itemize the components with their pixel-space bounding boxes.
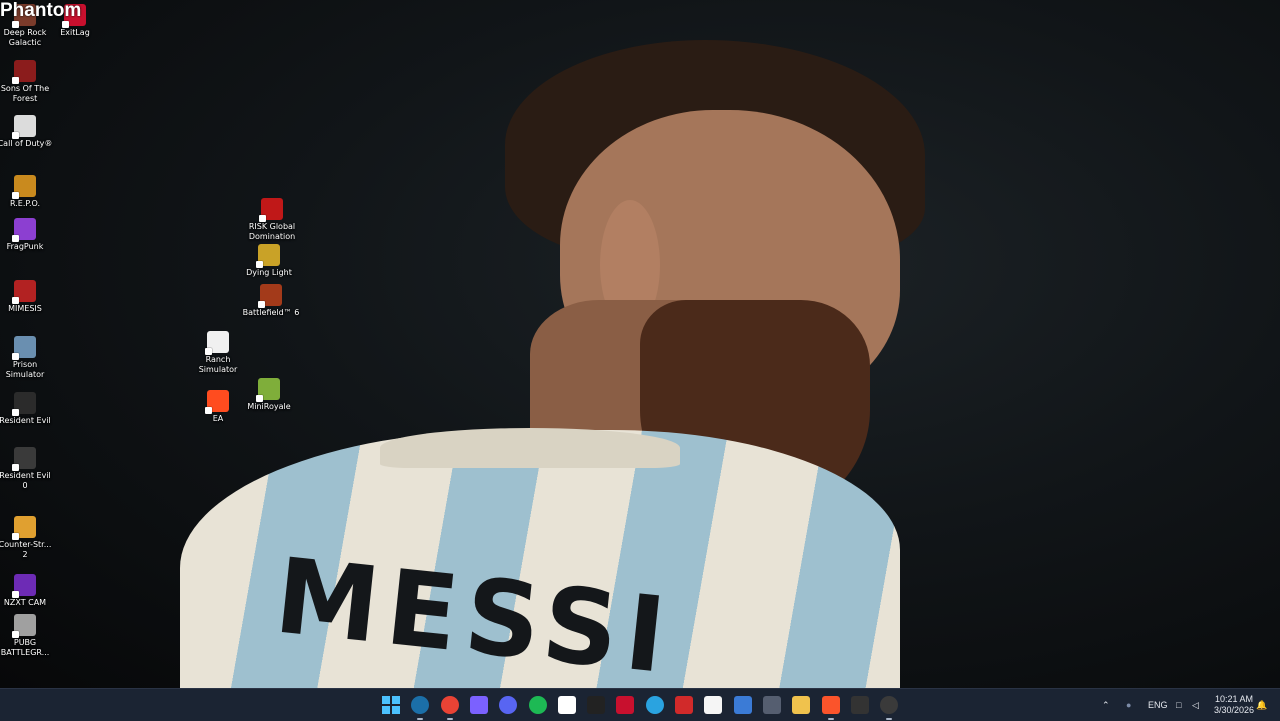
resident-evil-0-icon	[12, 447, 36, 471]
desktop-shortcut-label: Resident Evil	[0, 416, 51, 425]
language-indicator[interactable]: ENG	[1148, 689, 1168, 721]
notepad-icon[interactable]	[704, 696, 722, 714]
desktop-shortcut[interactable]: Prison Simulator	[0, 336, 54, 380]
battlefield-6-icon	[258, 284, 282, 308]
settings-gear-icon[interactable]	[763, 696, 781, 714]
clock-date: 3/30/2026	[1213, 705, 1255, 715]
taskbar: ⌃ ● ENG □ ◁ 10:21 AM 3/30/2026 🔔	[0, 688, 1280, 721]
pubg-icon	[12, 614, 36, 638]
phantom-overlay-logo: Phantom	[0, 0, 82, 21]
app-dark-icon[interactable]	[587, 696, 605, 714]
desktop-shortcut-label: Battlefield™ 6	[242, 308, 300, 317]
desktop-shortcut-label: R.E.P.O.	[9, 199, 41, 208]
wallpaper-collar	[380, 428, 680, 468]
desktop-shortcut-label: Dying Light	[246, 268, 292, 277]
mimesis-icon	[12, 280, 36, 304]
desktop-shortcut-label: MiniRoyale	[247, 402, 291, 411]
steelseries-icon[interactable]	[558, 696, 576, 714]
desktop-shortcut[interactable]: Call of Duty®	[0, 115, 54, 149]
prison-simulator-icon	[12, 336, 36, 360]
desktop-shortcut-label: ExitLag	[60, 28, 90, 37]
microphone-icon[interactable]: ●	[1126, 689, 1131, 721]
desktop-shortcut-label: Ranch Simulator	[198, 355, 238, 374]
ea-icon	[205, 390, 229, 414]
file-explorer-icon[interactable]	[792, 696, 810, 714]
nzxt-cam-icon	[12, 574, 36, 598]
desktop-shortcut-label: EA	[212, 414, 224, 423]
app-colorful-icon[interactable]	[470, 696, 488, 714]
desktop-shortcut-label: PUBG BATTLEGR...	[0, 638, 50, 657]
clock[interactable]: 10:21 AM 3/30/2026	[1210, 694, 1258, 716]
obs-icon[interactable]	[880, 696, 898, 720]
desktop-shortcut-label: MIMESIS	[8, 304, 42, 313]
discord-icon[interactable]	[499, 696, 517, 714]
dying-light-icon	[256, 244, 280, 268]
resident-evil-icon	[12, 392, 36, 416]
desktop-shortcut[interactable]: PUBG BATTLEGR...	[0, 614, 54, 658]
desktop-shortcut[interactable]: Counter-Str... 2	[0, 516, 54, 560]
desktop-shortcut[interactable]: Dying Light	[240, 244, 298, 278]
brave-icon[interactable]	[822, 696, 840, 720]
desktop-shortcut[interactable]: Battlefield™ 6	[242, 284, 300, 318]
counter-strike-2-icon	[12, 516, 36, 540]
shield-app-icon[interactable]	[734, 696, 752, 714]
risk-icon	[259, 198, 283, 222]
desktop-shortcut-label: FragPunk	[6, 242, 44, 251]
desktop-shortcut[interactable]: Sons Of The Forest	[0, 60, 54, 104]
ranch-simulator-icon	[205, 331, 229, 355]
network-icon[interactable]: □	[1176, 689, 1181, 721]
desktop-shortcut-label: Call of Duty®	[0, 139, 53, 148]
chrome-icon[interactable]	[441, 696, 459, 720]
desktop-shortcut-label: Resident Evil 0	[0, 471, 51, 490]
acrobat-icon[interactable]	[675, 696, 693, 714]
sons-of-the-forest-icon	[12, 60, 36, 84]
miniroyale-icon	[256, 378, 280, 402]
notifications-bell-icon[interactable]: 🔔	[1256, 689, 1267, 721]
desktop-shortcut[interactable]: Ranch Simulator	[189, 331, 247, 375]
desktop-shortcut[interactable]: MiniRoyale	[240, 378, 298, 412]
desktop-shortcut[interactable]: Resident Evil	[0, 392, 54, 426]
desktop-shortcut-label: Sons Of The Forest	[0, 84, 50, 103]
show-hidden-icons-chevron-icon[interactable]: ⌃	[1102, 689, 1110, 721]
desktop-shortcut[interactable]: FragPunk	[0, 218, 54, 252]
app-bm-icon[interactable]	[851, 696, 869, 714]
desktop[interactable]: MESSI Phantom Deep Rock Galactic ExitLag S…	[0, 0, 1280, 688]
start-button[interactable]	[382, 696, 400, 714]
telegram-icon[interactable]	[646, 696, 664, 714]
desktop-shortcut-label: RISK Global Domination	[248, 222, 296, 241]
desktop-shortcut-label: NZXT CAM	[3, 598, 47, 607]
volume-icon[interactable]: ◁	[1192, 689, 1199, 721]
desktop-shortcut[interactable]: NZXT CAM	[0, 574, 54, 608]
steam-icon[interactable]	[411, 696, 429, 720]
desktop-shortcut[interactable]: EA	[189, 390, 247, 424]
fragpunk-icon	[12, 218, 36, 242]
desktop-shortcut[interactable]: Resident Evil 0	[0, 447, 54, 491]
x-app-icon[interactable]	[616, 696, 634, 714]
desktop-shortcut[interactable]: R.E.P.O.	[0, 175, 54, 209]
desktop-shortcut[interactable]: MIMESIS	[0, 280, 54, 314]
repo-icon	[12, 175, 36, 199]
spotify-icon[interactable]	[529, 696, 547, 714]
clock-time: 10:21 AM	[1214, 694, 1254, 704]
call-of-duty-icon	[12, 115, 36, 139]
desktop-shortcut[interactable]: RISK Global Domination	[243, 198, 301, 242]
desktop-shortcut-label: Prison Simulator	[5, 360, 45, 379]
desktop-shortcut-label: Counter-Str... 2	[0, 540, 52, 559]
